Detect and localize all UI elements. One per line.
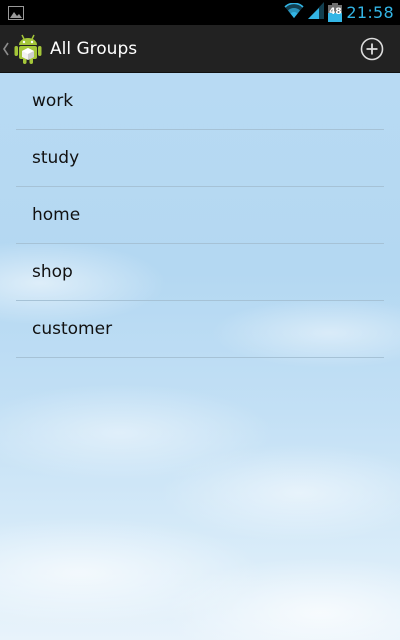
android-robot-icon bbox=[14, 33, 42, 65]
status-bar: 48 21:58 bbox=[0, 0, 400, 25]
signal-icon bbox=[308, 2, 325, 23]
group-label: customer bbox=[32, 319, 113, 339]
status-indicators: 48 21:58 bbox=[284, 0, 394, 25]
list-item[interactable]: customer bbox=[16, 301, 384, 358]
status-time: 21:58 bbox=[346, 3, 394, 22]
group-label: work bbox=[32, 91, 74, 111]
page-title: All Groups bbox=[50, 39, 138, 59]
battery-percent: 48 bbox=[329, 7, 342, 17]
group-label: home bbox=[32, 205, 81, 225]
picture-icon bbox=[8, 5, 24, 20]
group-label: study bbox=[32, 148, 80, 168]
group-list: work study home shop customer bbox=[0, 73, 400, 358]
list-item[interactable]: study bbox=[16, 130, 384, 187]
content-area: work study home shop customer bbox=[0, 73, 400, 640]
list-item[interactable]: shop bbox=[16, 244, 384, 301]
wifi-icon bbox=[284, 2, 304, 23]
list-item[interactable]: work bbox=[16, 73, 384, 130]
list-item[interactable]: home bbox=[16, 187, 384, 244]
up-navigation[interactable]: All Groups bbox=[0, 25, 160, 73]
add-circle-icon bbox=[360, 37, 384, 61]
chevron-left-icon bbox=[0, 25, 12, 73]
battery-icon: 48 bbox=[328, 3, 343, 22]
group-label: shop bbox=[32, 262, 73, 282]
screen: 48 21:58 All Groups work study home shop… bbox=[0, 0, 400, 640]
action-bar: All Groups bbox=[0, 25, 400, 73]
add-group-button[interactable] bbox=[360, 37, 384, 61]
